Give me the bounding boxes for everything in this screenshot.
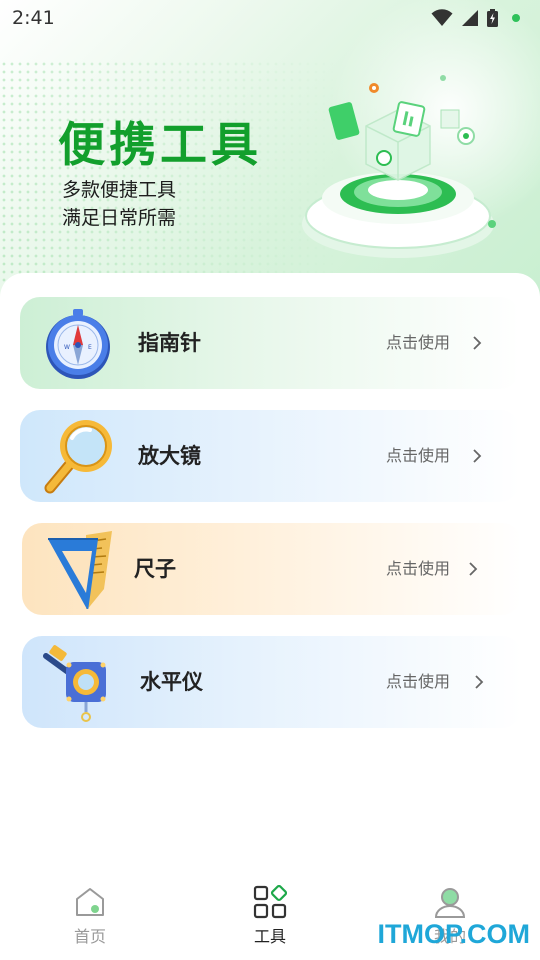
ruler-triangle-icon <box>48 531 112 609</box>
tool-name: 尺子 <box>134 557 176 581</box>
tool-name: 水平仪 <box>140 670 203 694</box>
nav-label: 工具 <box>253 927 286 946</box>
tool-name: 放大镜 <box>138 444 201 468</box>
chevron-right-icon <box>473 336 482 350</box>
level-icon <box>43 645 106 722</box>
tool-use-link[interactable]: 点击使用 <box>386 636 450 728</box>
compass-icon: W E <box>46 309 110 379</box>
tool-card-magnifier[interactable]: 放大镜 点击使用 <box>20 410 520 502</box>
status-time: 2:41 <box>12 7 55 29</box>
chevron-right-icon <box>469 562 478 576</box>
home-icon <box>76 888 104 916</box>
signal-icon <box>462 10 478 26</box>
tool-use-link[interactable]: 点击使用 <box>386 410 450 502</box>
status-bar: 2:41 <box>0 0 540 36</box>
nav-item-home[interactable]: 首页 <box>0 873 180 960</box>
chevron-right-icon <box>473 449 482 463</box>
tool-use-link[interactable]: 点击使用 <box>386 523 450 615</box>
tools-grid-icon <box>253 885 287 919</box>
wifi-icon <box>431 9 453 26</box>
hero-3d-tool-illustration <box>302 75 496 258</box>
hero-subtitle-line2: 满足日常所需 <box>62 207 177 229</box>
chevron-right-icon <box>475 675 484 689</box>
nav-item-tools[interactable]: 工具 <box>180 873 360 960</box>
battery-charging-icon <box>487 9 498 27</box>
watermark: ITMOP.COM <box>377 919 530 949</box>
tool-card-compass[interactable]: W E 指南针 点击使用 <box>20 297 520 389</box>
hero-subtitle-line1: 多款便捷工具 <box>62 179 177 201</box>
svg-text:W: W <box>64 344 70 351</box>
tool-card-ruler[interactable]: 尺子 点击使用 <box>22 523 522 615</box>
hero-title: 便携工具 <box>58 118 262 173</box>
tool-name: 指南针 <box>138 331 201 355</box>
hero-subtitle: 多款便捷工具 满足日常所需 <box>62 176 176 232</box>
magnifier-icon <box>44 420 112 494</box>
tool-card-level[interactable]: 水平仪 点击使用 <box>22 636 522 728</box>
notification-dot-icon <box>512 14 520 22</box>
tool-use-link[interactable]: 点击使用 <box>386 297 450 389</box>
status-icons <box>431 9 520 27</box>
profile-icon <box>434 888 466 918</box>
nav-label: 首页 <box>73 927 106 946</box>
svg-text:E: E <box>88 344 92 351</box>
